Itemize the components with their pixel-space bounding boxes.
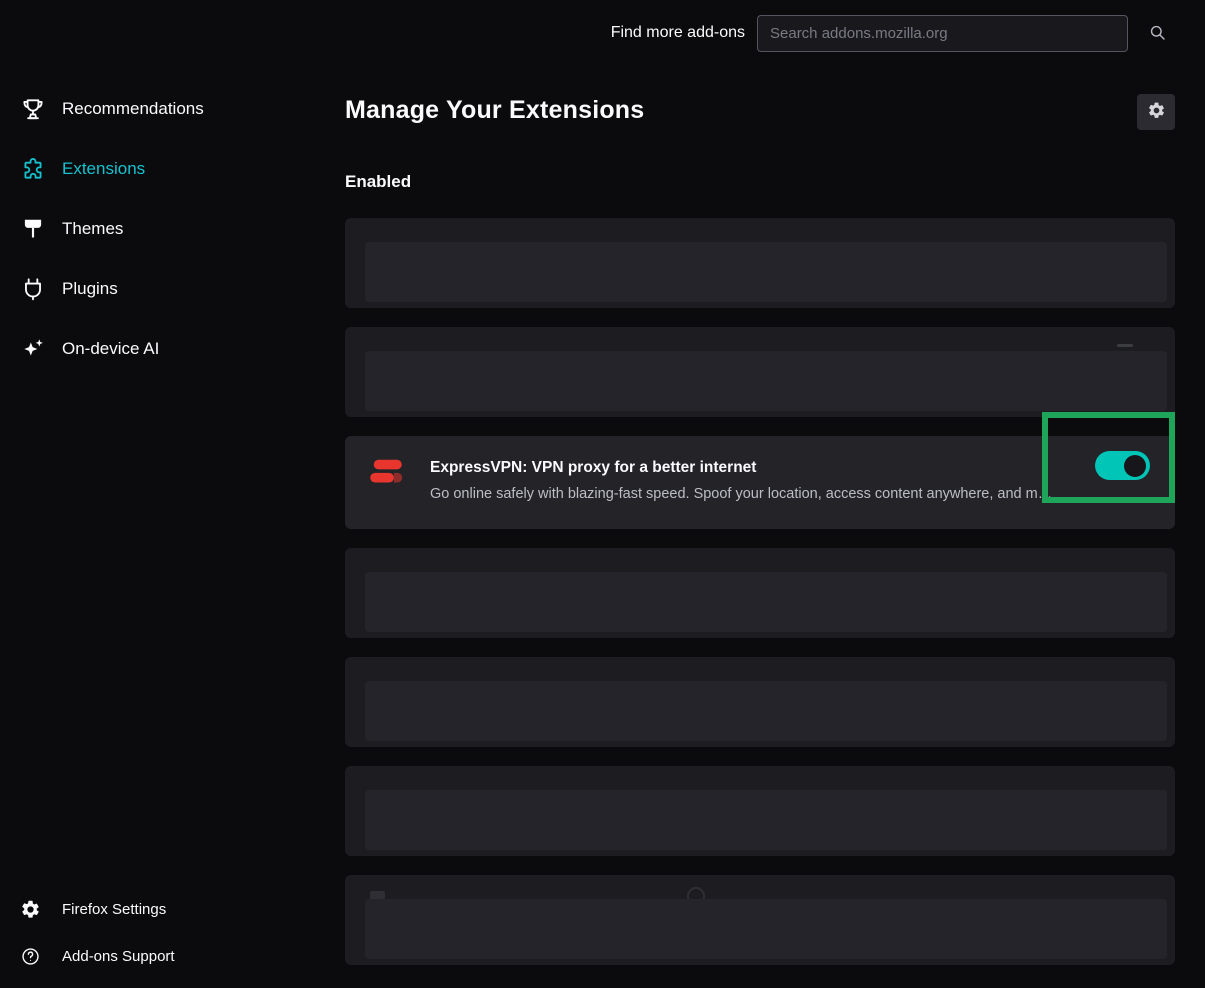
sidebar-item-label: Extensions xyxy=(62,159,145,179)
sidebar-item-label: Recommendations xyxy=(62,99,204,119)
extension-card[interactable] xyxy=(345,657,1175,747)
sidebar-item-firefox-settings[interactable]: Firefox Settings xyxy=(0,889,330,929)
extension-enable-toggle[interactable] xyxy=(1095,451,1150,480)
sidebar-item-on-device-ai[interactable]: On-device AI xyxy=(0,327,330,371)
extension-card-list: ExpressVPN: VPN proxy for a better inter… xyxy=(345,218,1175,965)
sidebar-item-extensions[interactable]: Extensions xyxy=(0,147,330,191)
redacted-card-artifact xyxy=(1117,344,1133,347)
extension-card[interactable] xyxy=(345,875,1175,965)
sparkle-icon xyxy=(20,336,46,362)
sidebar-item-label: Themes xyxy=(62,219,123,239)
plug-icon xyxy=(20,276,46,302)
search-submit-button[interactable] xyxy=(1139,17,1175,51)
search-icon xyxy=(1148,23,1167,45)
sidebar-item-plugins[interactable]: Plugins xyxy=(0,267,330,311)
tools-for-all-addons-button[interactable] xyxy=(1137,94,1175,130)
sidebar-item-label: Plugins xyxy=(62,279,118,299)
redacted-card-content xyxy=(365,681,1167,741)
extension-description: Go online safely with blazing-fast speed… xyxy=(430,486,1146,502)
sidebar-item-label: Add-ons Support xyxy=(62,948,175,965)
question-icon xyxy=(20,946,41,967)
paintbrush-icon xyxy=(20,216,46,242)
puzzle-icon xyxy=(20,156,46,182)
redacted-card-content xyxy=(365,351,1167,411)
page-title: Manage Your Extensions xyxy=(345,96,644,125)
sidebar-item-themes[interactable]: Themes xyxy=(0,207,330,251)
extension-card[interactable] xyxy=(345,548,1175,638)
sidebar-item-recommendations[interactable]: Recommendations xyxy=(0,87,330,131)
redacted-card-content xyxy=(365,572,1167,632)
trophy-icon xyxy=(20,96,46,122)
addons-manager-page: Find more add-ons Recommendations xyxy=(0,0,1205,988)
sidebar-item-label: On-device AI xyxy=(62,339,159,359)
extension-card[interactable] xyxy=(345,327,1175,417)
redacted-card-content xyxy=(365,242,1167,302)
find-more-addons-label: Find more add-ons xyxy=(611,24,745,42)
redacted-card-content xyxy=(365,790,1167,850)
extension-card[interactable] xyxy=(345,218,1175,308)
sidebar-item-label: Firefox Settings xyxy=(62,901,166,918)
extension-card-expressvpn[interactable]: ExpressVPN: VPN proxy for a better inter… xyxy=(345,436,1175,529)
redacted-card-content xyxy=(365,899,1167,959)
sidebar-item-addons-support[interactable]: Add-ons Support xyxy=(0,936,330,976)
gear-icon xyxy=(20,899,41,920)
extension-name[interactable]: ExpressVPN: VPN proxy for a better inter… xyxy=(430,459,756,477)
addons-search-input[interactable] xyxy=(757,15,1128,52)
extension-card[interactable] xyxy=(345,766,1175,856)
toggle-knob xyxy=(1124,455,1146,477)
gear-icon xyxy=(1147,101,1166,123)
expressvpn-logo-icon xyxy=(365,451,407,493)
enabled-section-heading: Enabled xyxy=(345,172,411,192)
